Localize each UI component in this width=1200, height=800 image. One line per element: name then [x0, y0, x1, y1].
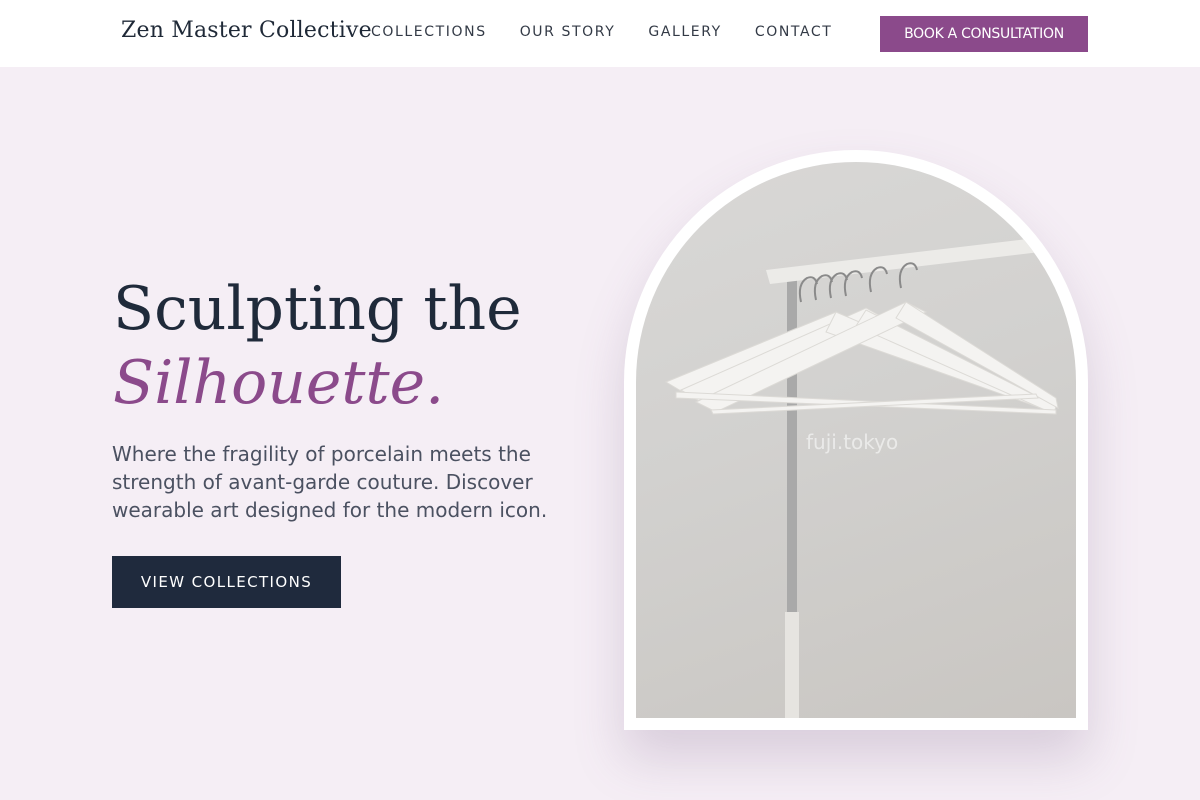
book-consultation-button[interactable]: BOOK A CONSULTATION	[880, 16, 1088, 52]
nav-link-gallery[interactable]: GALLERY	[648, 24, 721, 40]
hero-title-accent: Silhouette.	[113, 348, 445, 418]
hero-title-line-1: Sculpting the	[113, 274, 522, 344]
rack-pole-sleeve	[785, 612, 799, 718]
hero-image-frame: fuji.tokyo	[624, 150, 1088, 730]
hero-description: Where the fragility of porcelain meets t…	[112, 442, 548, 522]
image-watermark: fuji.tokyo	[806, 430, 899, 454]
nav-link-collections[interactable]: COLLECTIONS	[371, 24, 487, 40]
hero-image: fuji.tokyo	[636, 162, 1076, 718]
hangers	[664, 301, 1059, 415]
nav-link-contact[interactable]: CONTACT	[755, 24, 833, 40]
nav-link-our-story[interactable]: OUR STORY	[520, 24, 616, 40]
site-header: Zen Master Collective COLLECTIONS OUR ST…	[0, 0, 1200, 67]
view-collections-button[interactable]: VIEW COLLECTIONS	[112, 556, 341, 608]
brand-logo[interactable]: Zen Master Collective	[121, 18, 372, 43]
main-nav: COLLECTIONS OUR STORY GALLERY CONTACT	[371, 24, 832, 40]
hero-title: Sculpting the Silhouette.	[113, 272, 522, 420]
